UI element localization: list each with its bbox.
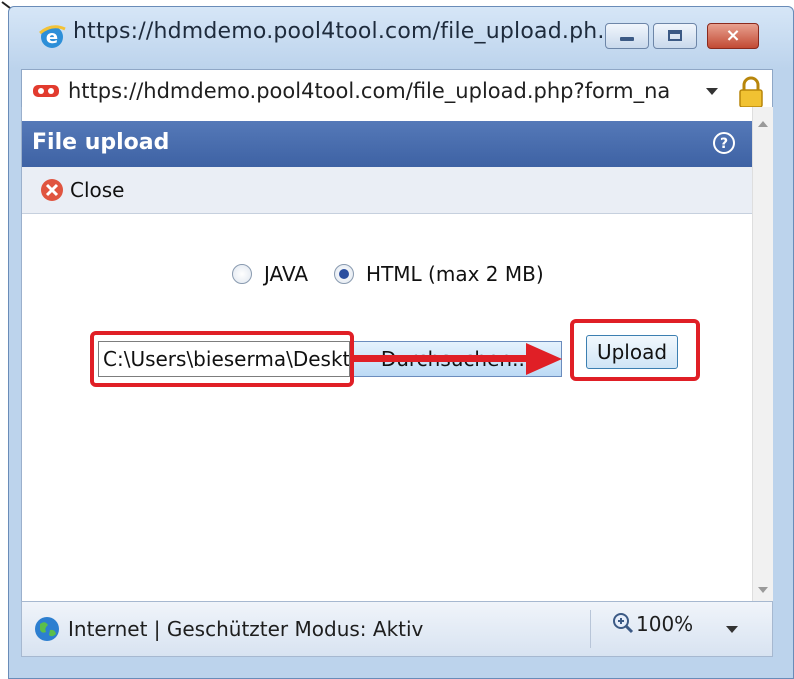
window-title: https://hdmdemo.pool4tool.com/file_uploa… (73, 19, 619, 44)
highlight-file-input (90, 331, 354, 387)
status-bar: Internet | Geschützter Modus: Aktiv 100% (21, 601, 773, 657)
help-icon[interactable]: ? (712, 131, 736, 155)
close-window-icon: × (725, 25, 741, 46)
close-label: Close (70, 178, 125, 202)
annotation-arrow-head (526, 343, 562, 375)
maximize-button[interactable] (653, 23, 697, 49)
upload-mode-group: JAVA HTML (max 2 MB) (232, 259, 570, 289)
globe-icon (35, 617, 59, 641)
panel-title: File upload (32, 130, 170, 155)
status-zone-text: Internet | Geschützter Modus: Aktiv (68, 617, 424, 641)
site-icon (33, 85, 59, 97)
address-url[interactable]: https://hdmdemo.pool4tool.com/file_uploa… (68, 79, 688, 103)
maximize-icon (668, 30, 682, 41)
radio-java-label: JAVA (264, 262, 309, 286)
close-icon (41, 179, 63, 201)
zoom-icon[interactable] (612, 612, 634, 634)
status-divider (590, 610, 591, 648)
zoom-dropdown-icon[interactable] (726, 626, 738, 633)
close-window-button[interactable]: × (707, 23, 759, 49)
vertical-scrollbar[interactable] (752, 107, 773, 601)
svg-text:e: e (46, 27, 58, 48)
ie-icon: e (39, 25, 66, 48)
annotation-arrow (354, 355, 530, 362)
close-button[interactable]: Close (40, 177, 124, 203)
radio-html[interactable] (334, 264, 355, 284)
lock-icon[interactable] (736, 75, 766, 109)
file-upload-row: C:\Users\bieserma\Deskt Durchsuchen... U… (22, 319, 752, 387)
radio-java[interactable] (232, 264, 252, 284)
minimize-button[interactable] (605, 23, 649, 49)
highlight-upload-button (570, 319, 700, 381)
zoom-level[interactable]: 100% (636, 612, 693, 636)
scroll-up-icon[interactable] (758, 121, 768, 127)
scroll-down-icon[interactable] (758, 587, 768, 593)
address-dropdown-icon[interactable] (706, 88, 718, 95)
browser-window: e https://hdmdemo.pool4tool.com/file_upl… (8, 6, 794, 679)
content-area: File upload ? Close JAVA HTML (max 2 MB)… (21, 107, 773, 601)
radio-html-label: HTML (max 2 MB) (366, 262, 544, 286)
panel-toolbar: Close (22, 167, 752, 214)
panel-header: File upload ? (22, 121, 752, 167)
svg-text:?: ? (720, 136, 728, 152)
title-bar: e https://hdmdemo.pool4tool.com/file_upl… (9, 7, 793, 69)
minimize-icon (620, 37, 634, 41)
